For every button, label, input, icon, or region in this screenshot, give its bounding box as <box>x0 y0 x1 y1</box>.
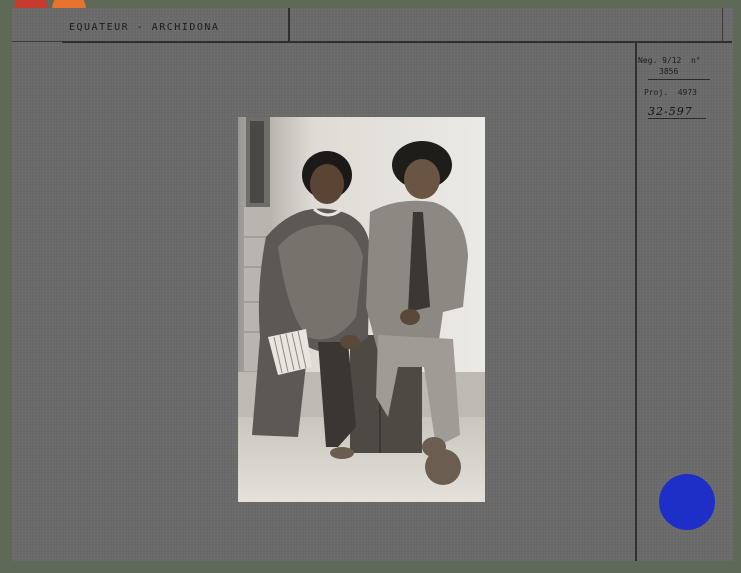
photograph-image <box>238 117 485 502</box>
negative-number: 3856 <box>659 67 679 76</box>
mounted-photograph <box>238 117 485 502</box>
header-divider-left <box>12 41 62 42</box>
negative-label: Neg. 9/12 n° <box>638 56 701 65</box>
projection-label: Proj. 4973 <box>644 88 697 97</box>
header-right-divider <box>722 8 723 42</box>
meta-divider <box>648 79 710 80</box>
header-divider <box>62 41 732 43</box>
header-column-divider <box>288 8 290 42</box>
catalog-code: 32-597 <box>648 105 693 118</box>
code-underline <box>648 118 706 119</box>
blue-sticker <box>659 474 715 530</box>
location-label: EQUATEUR - ARCHIDONA <box>69 22 220 33</box>
side-column-divider <box>635 41 637 561</box>
